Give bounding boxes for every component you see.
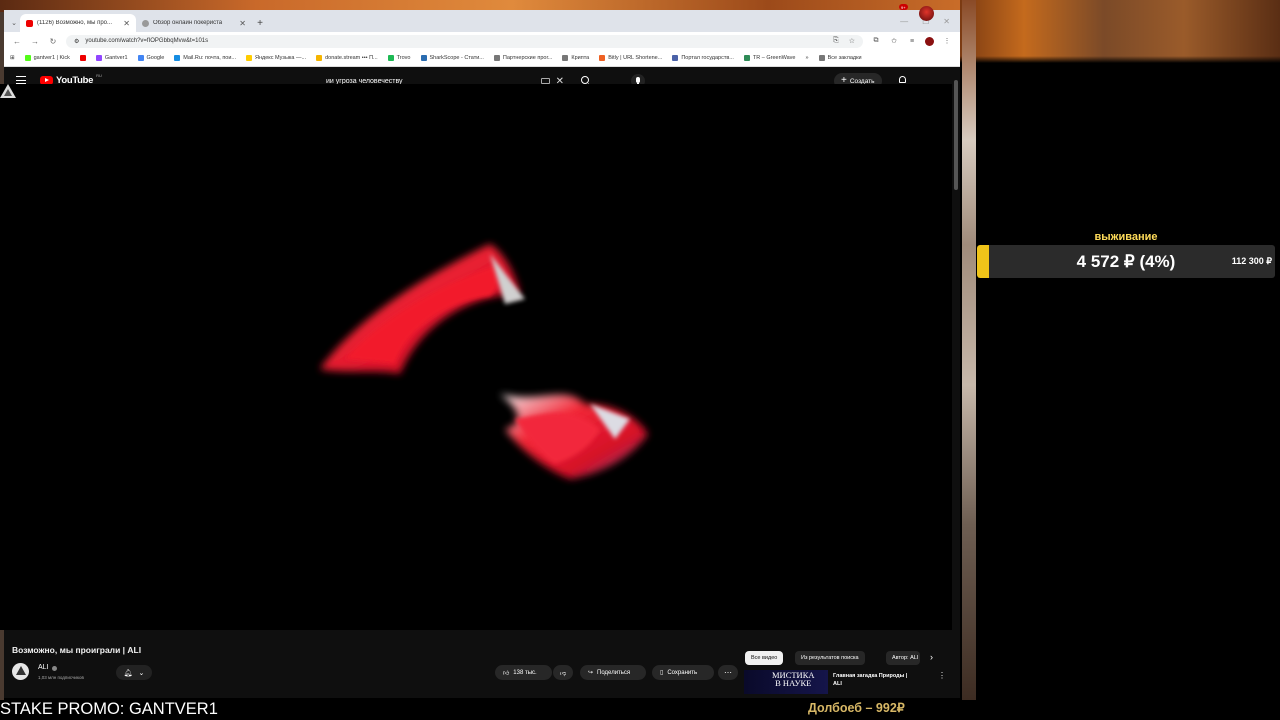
bookmark-item[interactable]: Gantver1 [95,55,128,61]
last-donation: Долбоеб – 992₽ [808,701,905,715]
tab-poker-review[interactable]: Обзор онлайн покериста ✕ [136,14,252,32]
back-icon[interactable]: ← [12,37,22,46]
share-label: Поделиться [597,669,631,676]
more-actions-button[interactable]: ⋯ [718,665,738,680]
url-text: youtube.com/watch?v=fIOPGbbqMvw&t=101s [85,38,209,44]
donation-goal-value: 4 572 ₽ (4%) [1076,252,1176,271]
subscriber-count: 1,03 млн подписчиков [38,675,84,680]
tab-list-icon[interactable]: ⌄ [8,19,20,32]
promo-banner: STAKE PROMO: GANTVER1 [0,700,218,718]
thumbs-down-icon: 👎︎ [559,670,567,677]
tab-title: Обзор онлайн покериста [153,20,223,26]
new-tab-button[interactable]: + [252,18,268,32]
all-bookmarks-folder[interactable]: Все закладки [818,55,862,61]
video-title: Возможно, мы проиграли | ALI [12,645,142,655]
recommended-video-title[interactable]: Главная загадка Природы | ALI [833,672,928,688]
like-count: 138 тыс. [513,669,537,676]
bookmark-item[interactable]: TR – GreenWave [743,55,796,61]
bookmark-item[interactable]: SharkScope - Стати... [420,55,484,61]
minimize-icon[interactable]: — [900,17,908,26]
bookmark-item[interactable]: Google [137,55,164,61]
bookmark-item[interactable]: Trovo [387,55,411,61]
site-settings-icon[interactable]: ⚙ [74,38,79,45]
bookmark-item[interactable]: Портал государств... [672,55,734,61]
save-button[interactable]: ▯ Сохранить [652,665,714,680]
chevron-down-icon: ⌄ [138,669,145,677]
bookmark-folder[interactable]: Крипта [562,55,589,61]
logo-region: RU [96,73,102,78]
chevron-right-icon[interactable]: › [930,652,933,662]
more-bookmarks-icon[interactable]: » [806,55,809,61]
bookmarks-bar: ⊞ gantver1 | Kick Gantver1 Google Mail.R… [4,50,960,67]
chip-author[interactable]: Автор: ALI [886,651,920,665]
recommended-thumbnail[interactable]: МИСТИКА В НАУКЕ [744,670,828,694]
channel-watermark-icon[interactable] [0,84,16,98]
thumbs-up-icon: 👍︎ [503,670,510,677]
youtube-favicon-icon [26,19,33,27]
bookmark-item[interactable]: Mail.Ru: почта, пои... [174,55,236,61]
like-button[interactable]: 👍︎ 138 тыс. [495,665,552,680]
tab-title: (1126) Возможно, мы про... [37,20,113,26]
subscription-bell-button[interactable]: 🔔︎ ⌄ [116,665,152,680]
donation-goal-title: выживание [1094,231,1158,243]
tab-bar: ⌄ (1126) Возможно, мы про... ✕ Обзор онл… [4,10,960,32]
stream-background-strip [962,0,976,700]
red-creature-upper [320,244,525,374]
hamburger-menu-icon[interactable] [16,76,26,84]
more-vertical-icon[interactable]: ⋮ [938,671,946,680]
profile-avatar-icon[interactable] [925,36,934,46]
scrollbar-thumb[interactable] [954,80,958,190]
favorites-icon[interactable]: ✩ [889,37,899,45]
address-bar[interactable]: ⚙ youtube.com/watch?v=fIOPGbbqMvw&t=101s… [66,34,863,48]
bookmark-folder[interactable]: Партнерские прог... [493,55,552,61]
bookmark-star-icon[interactable]: ☆ [849,37,855,45]
video-frame [320,244,648,479]
tab-close-icon[interactable]: ✕ [239,19,246,28]
bookmark-item[interactable]: gantver1 | Kick [24,55,70,61]
red-creature-lower [500,394,648,479]
channel-avatar[interactable] [12,663,29,680]
bookmark-item[interactable]: Яндекс Музыка —... [246,55,306,61]
apps-grid-icon[interactable]: ⊞ [10,55,15,61]
globe-favicon-icon [142,19,149,27]
donation-goal-target: 112 300 ₽ [1231,256,1272,266]
window-close-icon[interactable]: ✕ [943,17,950,26]
media-controls-icon[interactable]: ≡ [907,38,917,45]
donation-goal-fill [977,245,989,278]
user-avatar[interactable] [919,6,934,21]
chip-from-search[interactable]: Из результатов поиска [795,651,865,665]
channel-name[interactable]: ALI [38,664,49,671]
tab-youtube[interactable]: (1126) Возможно, мы про... ✕ [20,14,136,32]
tab-close-icon[interactable]: ✕ [123,19,130,28]
browser-toolbar: ← → ↻ ⚙ youtube.com/watch?v=fIOPGbbqMvw&… [4,32,960,50]
browser-menu-icon[interactable]: ⋮ [942,37,952,45]
verified-icon [52,666,57,671]
bell-icon: 🔔︎ [123,669,133,677]
forward-icon[interactable]: → [30,37,40,46]
bookmark-item[interactable]: donate.stream ••• П... [316,55,378,61]
chip-all-videos[interactable]: Все видео [745,651,784,665]
more-horizontal-icon: ⋯ [724,668,732,677]
video-player[interactable] [0,84,952,630]
notification-badge: 9+ [899,4,908,10]
page-scrollbar[interactable] [953,70,959,690]
save-label: Сохранить [667,669,698,676]
dislike-button[interactable]: 👎︎ [553,665,573,680]
extensions-icon[interactable]: ⧉ [871,37,881,45]
stream-background-right [960,0,1280,700]
bookmark-icon: ▯ [660,670,664,676]
thumbnail-text: В НАУКЕ [775,678,812,688]
bookmark-item[interactable] [79,55,86,61]
share-icon: ↪ [588,670,594,676]
reload-icon[interactable]: ↻ [48,37,58,46]
install-app-icon[interactable]: ⎘ [833,37,839,45]
bookmark-item[interactable]: Bitly | URL Shortene... [599,55,662,61]
share-button[interactable]: ↪ Поделиться [580,665,646,680]
